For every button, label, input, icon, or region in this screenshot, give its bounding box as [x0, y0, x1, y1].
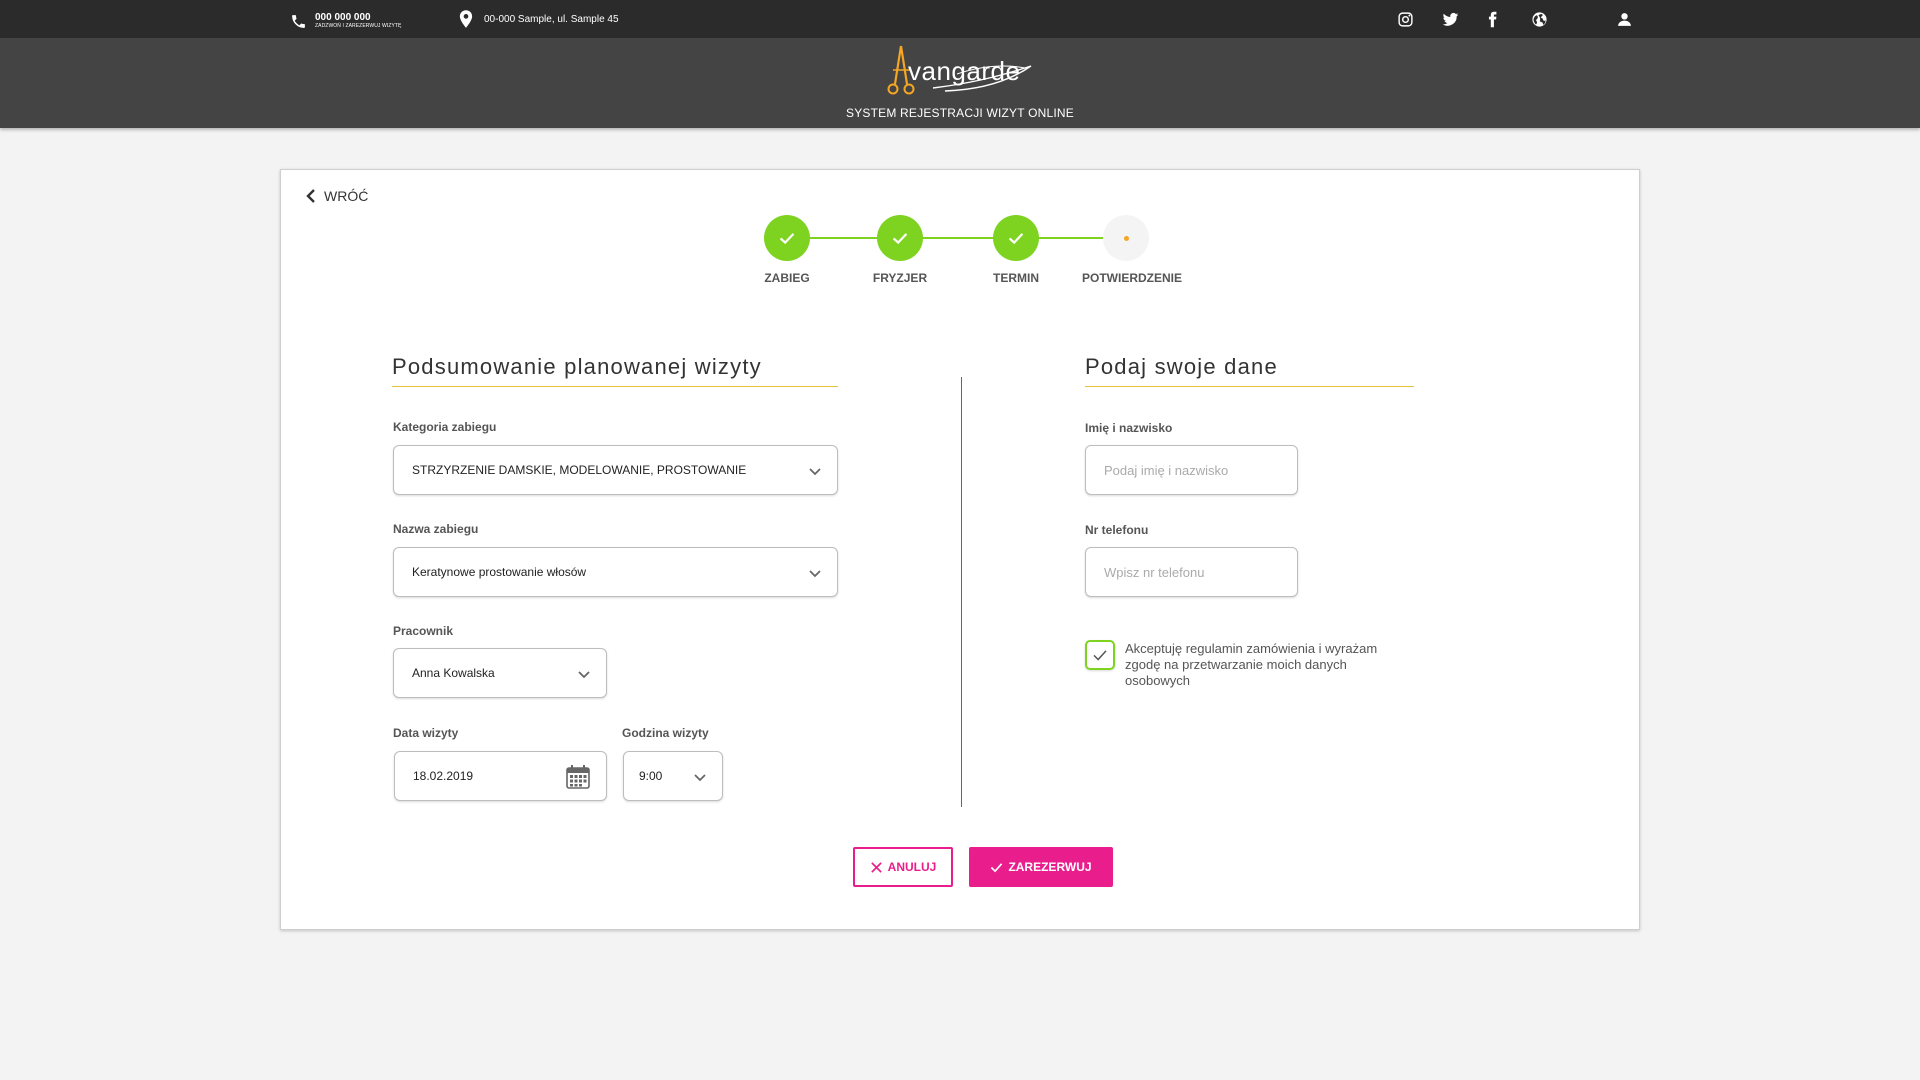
user-icon[interactable] [1614, 9, 1634, 29]
booking-card: WRÓĆ ZABIEG FRYZJER TERMIN POTWIERDZENIE… [280, 169, 1640, 930]
consent-row: Akceptuję regulamin zamówienia i wyrażam… [1085, 640, 1415, 689]
chevron-down-icon [578, 671, 590, 679]
date-label: Data wizyty [393, 726, 459, 740]
check-icon [991, 862, 1003, 872]
chevron-left-icon [306, 189, 315, 203]
phone-icon [292, 15, 305, 28]
check-icon [1093, 650, 1107, 661]
phone-field[interactable] [1085, 547, 1298, 597]
service-select[interactable]: Keratynowe prostowanie włosów [393, 547, 838, 597]
date-value: 18.02.2019 [413, 769, 474, 783]
twitter-icon[interactable] [1440, 9, 1460, 29]
step-potwierdzenie-current [1103, 215, 1149, 261]
top-bar: 000 000 000 ZADZWOŃ I ZAREZERWUJ WIZYTĘ … [0, 0, 1920, 38]
form-title-underline [1085, 386, 1414, 387]
summary-title-underline [392, 386, 838, 387]
check-icon [892, 233, 908, 245]
form-title: Podaj swoje dane [1085, 354, 1278, 379]
cancel-button[interactable]: ANULUJ [853, 847, 953, 887]
cancel-label: ANULUJ [887, 860, 937, 874]
time-select[interactable]: 9:00 [623, 751, 723, 801]
chevron-down-icon [694, 774, 706, 782]
category-label: Kategoria zabiegu [393, 420, 497, 434]
summary-title: Podsumowanie planowanej wizyty [392, 354, 762, 379]
back-button[interactable]: WRÓĆ [306, 188, 368, 204]
contact-phone[interactable]: 000 000 000 ZADZWOŃ I ZAREZERWUJ WIZYTĘ [290, 12, 402, 30]
consent-checkbox[interactable] [1085, 640, 1115, 670]
employee-value: Anna Kowalska [412, 666, 495, 680]
time-value: 9:00 [639, 769, 663, 783]
name-input[interactable] [1104, 462, 1297, 478]
employee-select[interactable]: Anna Kowalska [393, 648, 607, 698]
phone-label: Nr telefonu [1085, 523, 1149, 537]
service-label: Nazwa zabiegu [393, 522, 479, 536]
globe-icon[interactable] [1529, 9, 1549, 29]
date-picker[interactable]: 18.02.2019 [394, 751, 607, 801]
header-subtitle: SYSTEM REJESTRACJI WIZYT ONLINE [845, 106, 1074, 120]
reserve-button[interactable]: ZAREZERWUJ [969, 847, 1113, 887]
consent-text: Akceptuję regulamin zamówienia i wyrażam… [1125, 641, 1378, 688]
phone-caption: ZADZWOŃ I ZAREZERWUJ WIZYTĘ [315, 23, 402, 29]
step-zabieg-check[interactable] [764, 215, 810, 261]
close-icon [870, 861, 882, 873]
category-value: STRZYRZENIE DAMSKIE, MODELOWANIE, PROSTO… [412, 463, 747, 477]
reserve-label: ZAREZERWUJ [1008, 860, 1092, 874]
contact-address[interactable]: 00-000 Sample, ul. Sample 45 [459, 10, 619, 28]
step-termin-check[interactable] [993, 215, 1039, 261]
check-icon [1008, 233, 1024, 245]
calendar-icon[interactable] [565, 764, 591, 790]
chevron-down-icon [809, 570, 821, 578]
section-divider [961, 377, 962, 807]
chevron-down-icon [809, 468, 821, 476]
back-label: WRÓĆ [324, 188, 369, 204]
employee-label: Pracownik [393, 624, 454, 638]
name-label: Imię i nazwisko [1085, 421, 1173, 435]
current-step-dot [1123, 235, 1129, 241]
phone-input[interactable] [1104, 564, 1297, 580]
address-text: 00-000 Sample, ul. Sample 45 [484, 13, 619, 25]
check-icon [779, 233, 795, 245]
map-pin-icon [459, 10, 473, 28]
name-field[interactable] [1085, 445, 1298, 495]
instagram-icon[interactable] [1395, 9, 1415, 29]
step-fryzjer-check[interactable] [877, 215, 923, 261]
facebook-icon[interactable] [1482, 9, 1502, 29]
service-value: Keratynowe prostowanie włosów [412, 565, 587, 579]
category-select[interactable]: STRZYRZENIE DAMSKIE, MODELOWANIE, PROSTO… [393, 445, 838, 495]
site-header: vangarde SYSTEM REJESTRACJI WIZYT ONLINE [0, 38, 1920, 128]
time-label: Godzina wizyty [622, 726, 709, 740]
step-label-potwierdzenie: POTWIERDZENIE [1081, 271, 1182, 285]
phone-number: 000 000 000 [315, 12, 371, 23]
logo-text: vangarde [908, 56, 1021, 86]
